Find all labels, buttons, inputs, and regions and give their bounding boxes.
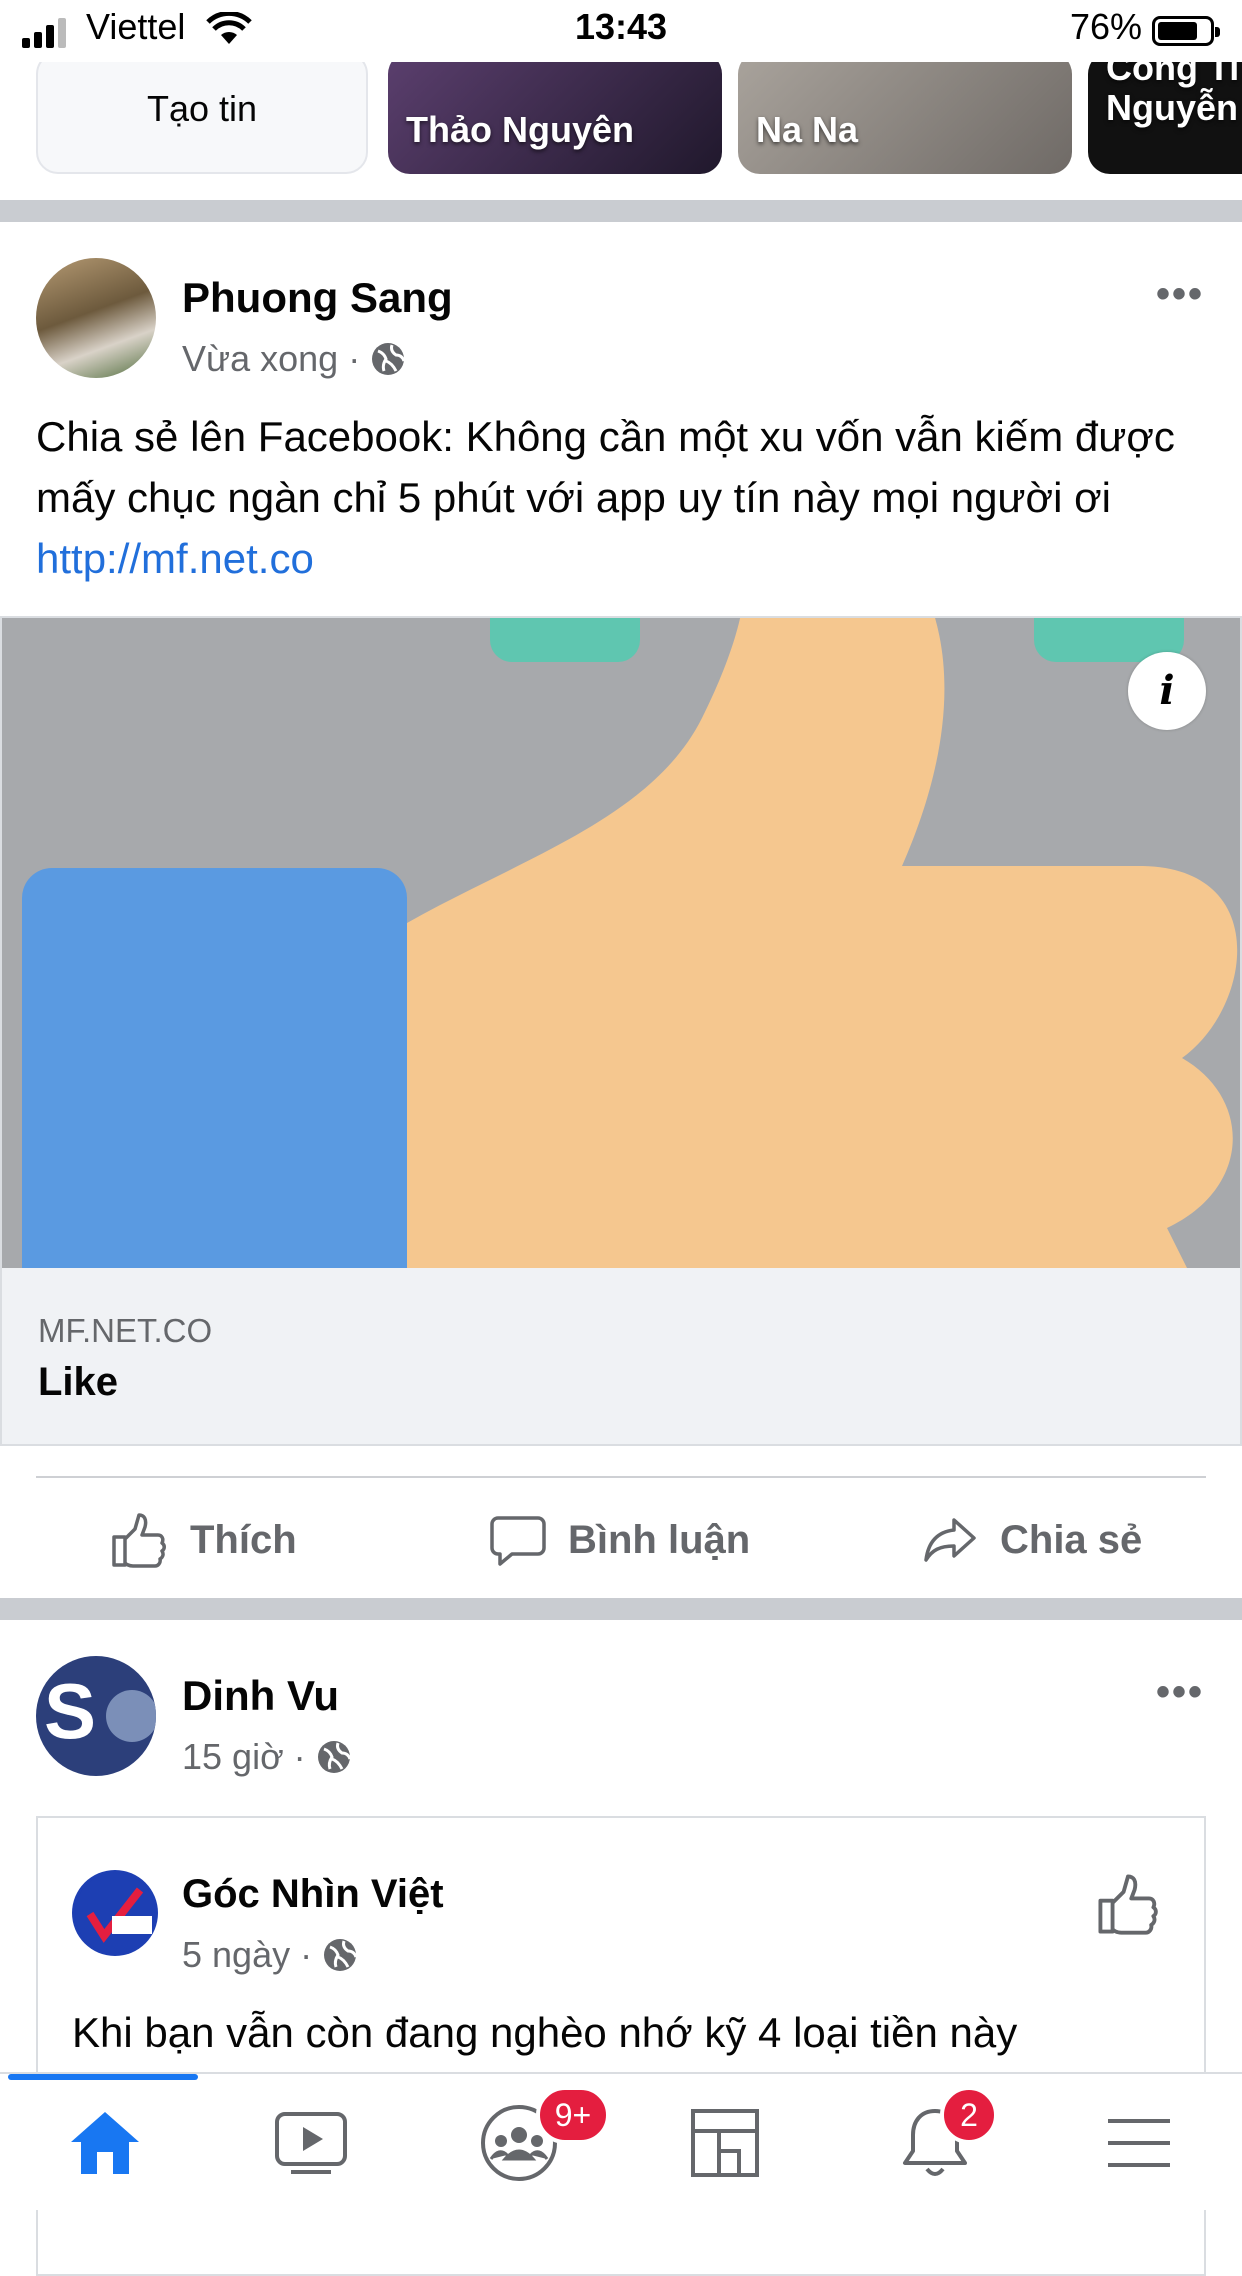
globe-icon — [317, 1741, 352, 1773]
meta-separator: · — [300, 1934, 313, 1975]
clock: 13:43 — [574, 6, 668, 47]
post-author[interactable]: Dinh Vu — [182, 1672, 339, 1720]
post-meta: 15 giờ · — [182, 1736, 352, 1778]
story-card[interactable]: Cong Ti Nguyễn — [1088, 62, 1242, 174]
active-tab-indicator — [8, 2074, 198, 2080]
post-body: Chia sẻ lên Facebook: Không cần một xu v… — [36, 413, 1175, 521]
stories-tray[interactable]: Tạo tin Thảo Nguyên Na Na Cong Ti Nguyễn — [0, 62, 1242, 200]
link-preview-card[interactable]: i MF.NET.CO Like — [0, 616, 1242, 1446]
globe-icon — [372, 343, 406, 375]
page-name[interactable]: Góc Nhìn Việt — [182, 1872, 444, 1917]
meta-separator: · — [348, 338, 361, 379]
tab-watch[interactable] — [256, 2100, 366, 2186]
link-domain: MF.NET.CO — [38, 1312, 213, 1349]
post-text: Chia sẻ lên Facebook: Không cần một xu v… — [36, 406, 1206, 589]
share-button[interactable]: Chia sẻ — [922, 1500, 1142, 1580]
link-preview-image[interactable]: i — [2, 618, 1240, 1268]
story-author: Thảo Nguyên — [406, 109, 635, 150]
story-card[interactable]: Na Na — [738, 62, 1072, 174]
story-author: Na Na — [756, 109, 859, 150]
shared-post-meta: 5 ngày · — [182, 1934, 358, 1976]
home-icon — [71, 2112, 139, 2174]
battery-icon — [1152, 16, 1220, 46]
shared-post-time[interactable]: 5 ngày — [182, 1934, 290, 1976]
tab-home[interactable] — [50, 2100, 160, 2186]
feed-separator — [0, 200, 1242, 222]
post-options-button[interactable]: ••• — [1156, 272, 1204, 317]
globe-icon — [324, 1939, 358, 1971]
notifications-badge: 2 — [940, 2086, 998, 2144]
tab-menu[interactable] — [1084, 2100, 1194, 2186]
post-link[interactable]: http://mf.net.co — [36, 535, 314, 582]
feed-icon — [691, 2109, 759, 2177]
share-label: Chia sẻ — [1000, 1517, 1143, 1562]
battery-percent: 76% — [1069, 6, 1142, 47]
like-button[interactable]: Thích — [110, 1500, 297, 1580]
page-logo-icon — [75, 1873, 155, 1953]
post-time[interactable]: Vừa xong — [182, 338, 338, 380]
share-icon — [924, 1518, 976, 1562]
post-author[interactable]: Phuong Sang — [182, 274, 453, 322]
create-story-button[interactable]: Tạo tin — [36, 62, 368, 174]
link-title: Like — [38, 1360, 119, 1404]
groups-badge: 9+ — [536, 2086, 610, 2144]
video-icon — [275, 2112, 347, 2174]
menu-icon — [1108, 2119, 1170, 2167]
avatar[interactable] — [36, 258, 156, 378]
avatar[interactable]: S — [36, 1656, 156, 1776]
page-like-icon[interactable] — [1096, 1872, 1160, 1936]
post-options-button[interactable]: ••• — [1156, 1670, 1204, 1715]
post-meta: Vừa xong · — [182, 338, 406, 380]
avatar-logo-icon: S — [44, 1667, 156, 1755]
comment-button[interactable]: Bình luận — [490, 1500, 750, 1580]
bottom-navigation — [0, 2072, 1242, 2210]
svg-text:S: S — [44, 1667, 96, 1755]
story-author: Cong Ti Nguyễn — [1106, 62, 1240, 128]
link-preview-footer[interactable]: MF.NET.CO Like — [2, 1268, 1240, 1444]
action-divider — [36, 1476, 1206, 1478]
like-label: Thích — [190, 1517, 297, 1562]
tab-marketplace[interactable] — [670, 2100, 780, 2186]
comment-icon — [490, 1516, 546, 1566]
story-card[interactable]: Thảo Nguyên — [388, 62, 722, 174]
info-button[interactable]: i — [1128, 652, 1206, 730]
page-avatar[interactable] — [72, 1870, 158, 1956]
meta-separator: · — [293, 1736, 306, 1777]
like-icon — [112, 1513, 166, 1568]
post-time[interactable]: 15 giờ — [182, 1736, 284, 1778]
feed-separator — [0, 1598, 1242, 1620]
shared-post-text: Khi bạn vẫn còn đang nghèo nhớ kỹ 4 loại… — [72, 2009, 1018, 2056]
thumbs-up-illustration — [22, 618, 1238, 1268]
comment-label: Bình luận — [568, 1517, 751, 1562]
status-bar: Viettel 13:43 76% — [0, 0, 1242, 62]
create-story-label: Tạo tin — [146, 88, 258, 129]
